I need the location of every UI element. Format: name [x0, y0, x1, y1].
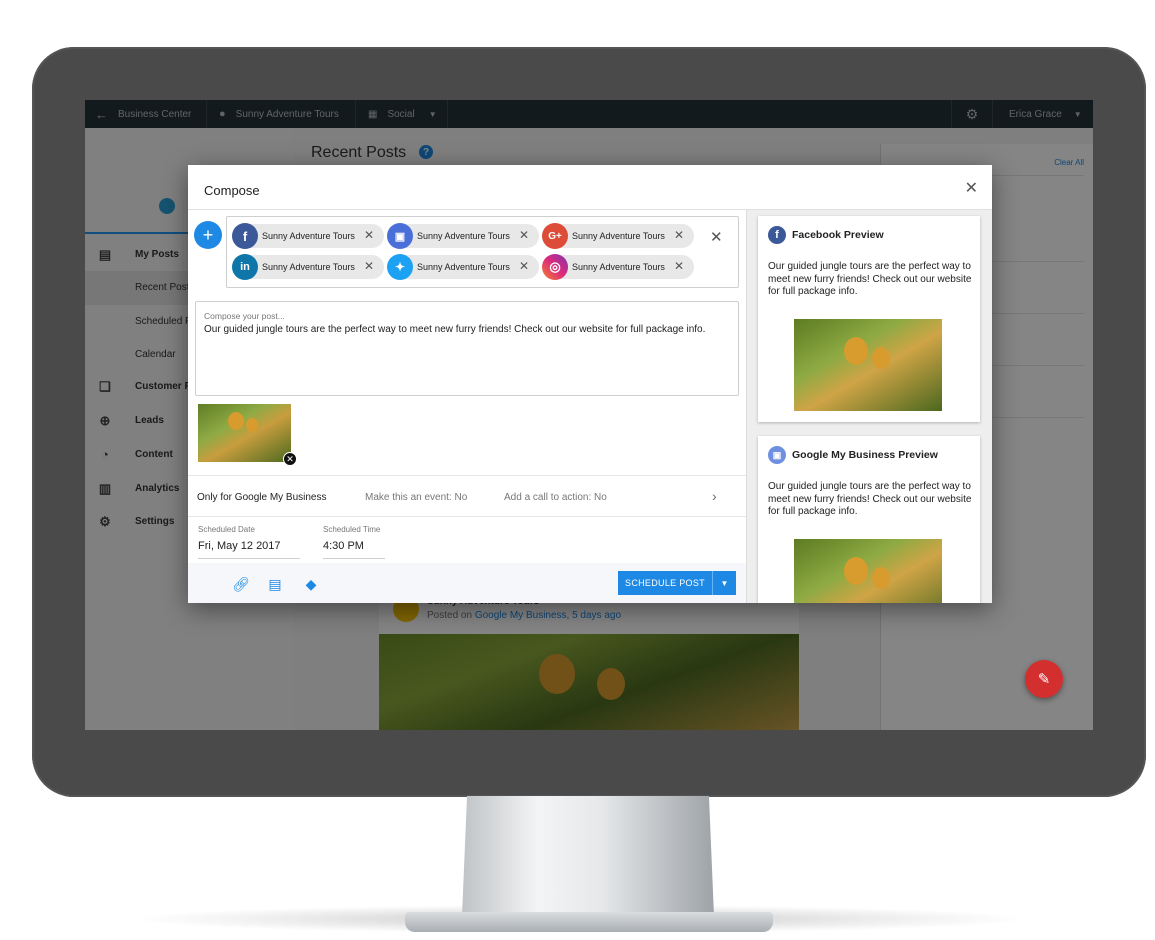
preview-header: f Facebook Preview [768, 226, 884, 244]
gmb-options-label: Only for Google My Business [197, 492, 327, 503]
chevron-right-icon: › [712, 488, 717, 504]
plus-icon: + [202, 224, 214, 245]
preview-image [794, 319, 942, 411]
facebook-icon: f [768, 226, 786, 244]
scheduled-date-value: Fri, May 12 2017 [198, 540, 300, 559]
remove-chip-icon[interactable]: ✕ [674, 260, 684, 272]
account-chip-instagram: ◎ Sunny Adventure Tours ✕ [542, 254, 694, 280]
remove-chip-icon[interactable]: ✕ [519, 229, 529, 241]
schedule-options-dropdown[interactable]: ▼ [712, 571, 736, 595]
caret-down-icon: ▼ [720, 578, 729, 588]
account-chip-label: Sunny Adventure Tours [262, 231, 355, 241]
account-chip-twitter: ✦ Sunny Adventure Tours ✕ [387, 254, 539, 280]
clear-accounts-icon[interactable]: ✕ [710, 228, 723, 246]
account-chip-google-plus: G+ Sunny Adventure Tours ✕ [542, 223, 694, 249]
google-plus-icon: G+ [542, 223, 568, 249]
modal-title: Compose [204, 183, 260, 198]
google-my-business-icon: ▣ [768, 446, 786, 464]
preview-text: Our guided jungle tours are the perfect … [768, 481, 972, 517]
preview-title: Facebook Preview [792, 229, 884, 241]
preview-column: f Facebook Preview Our guided jungle tou… [746, 210, 992, 603]
compose-textarea[interactable]: Compose your post... Our guided jungle t… [195, 301, 739, 396]
monkey-shape [872, 347, 890, 369]
tag-icon[interactable]: ◆ [302, 575, 320, 593]
preview-image [794, 539, 942, 603]
preview-text: Our guided jungle tours are the perfect … [768, 261, 972, 297]
account-chip-label: Sunny Adventure Tours [262, 262, 355, 272]
account-chip-linkedin: in Sunny Adventure Tours ✕ [232, 254, 384, 280]
monkey-shape [844, 337, 868, 365]
monkey-shape [872, 567, 890, 589]
compose-fab-button[interactable]: ✎ [1025, 660, 1063, 698]
monkey-shape [246, 418, 258, 432]
scheduled-time-label: Scheduled Time [323, 525, 381, 534]
monkey-shape [844, 557, 868, 585]
account-chip-label: Sunny Adventure Tours [572, 231, 665, 241]
account-chip-label: Sunny Adventure Tours [417, 231, 510, 241]
preview-title: Google My Business Preview [792, 449, 938, 461]
pencil-icon: ✎ [1037, 671, 1051, 688]
compose-placeholder: Compose your post... [204, 311, 285, 321]
compose-modal: Compose ✕ + f Sunny Adventure Tours ✕ ▣ … [188, 165, 992, 603]
compose-toolbar: 🔗︎ ▤ ◆ SCHEDULE POST ▼ [188, 563, 746, 603]
account-chip-label: Sunny Adventure Tours [417, 262, 510, 272]
compose-text: Our guided jungle tours are the perfect … [204, 324, 706, 335]
link-icon[interactable]: 🔗︎ [232, 575, 250, 593]
instagram-icon: ◎ [542, 254, 568, 280]
twitter-icon: ✦ [387, 254, 413, 280]
monitor-base [405, 912, 773, 932]
facebook-icon: f [232, 223, 258, 249]
clipboard-icon[interactable]: ▤ [266, 575, 284, 593]
linkedin-icon: in [232, 254, 258, 280]
facebook-preview-card: f Facebook Preview Our guided jungle tou… [758, 216, 980, 422]
account-chip-label: Sunny Adventure Tours [572, 262, 665, 272]
scheduled-date-field[interactable]: Scheduled Date Fri, May 12 2017 [198, 525, 300, 559]
preview-header: ▣ Google My Business Preview [768, 446, 938, 464]
google-my-business-icon: ▣ [387, 223, 413, 249]
scheduled-time-value: 4:30 PM [323, 540, 385, 559]
remove-chip-icon[interactable]: ✕ [364, 229, 374, 241]
monkey-shape [228, 412, 244, 430]
gmb-options-row[interactable]: Only for Google My Business Make this an… [188, 475, 746, 517]
attached-image-thumbnail [198, 404, 291, 462]
screen: ← Business Center ● Sunny Adventure Tour… [85, 100, 1093, 730]
schedule-post-button[interactable]: SCHEDULE POST [618, 571, 712, 595]
monitor-stand [462, 796, 714, 916]
google-my-business-preview-card: ▣ Google My Business Preview Our guided … [758, 436, 980, 603]
remove-chip-icon[interactable]: ✕ [674, 229, 684, 241]
account-selector: f Sunny Adventure Tours ✕ ▣ Sunny Advent… [226, 216, 739, 288]
remove-chip-icon[interactable]: ✕ [364, 260, 374, 272]
scheduled-date-label: Scheduled Date [198, 525, 255, 534]
add-account-button[interactable]: + [194, 221, 222, 249]
remove-chip-icon[interactable]: ✕ [519, 260, 529, 272]
gmb-cta-option: Add a call to action: No [504, 492, 607, 503]
account-chip-google-my-business: ▣ Sunny Adventure Tours ✕ [387, 223, 539, 249]
account-chip-facebook: f Sunny Adventure Tours ✕ [232, 223, 384, 249]
gmb-event-option: Make this an event: No [365, 492, 468, 503]
remove-image-icon[interactable]: ✕ [283, 452, 297, 466]
close-icon[interactable]: ✕ [965, 181, 978, 197]
scheduled-time-field[interactable]: Scheduled Time 4:30 PM [323, 525, 385, 559]
